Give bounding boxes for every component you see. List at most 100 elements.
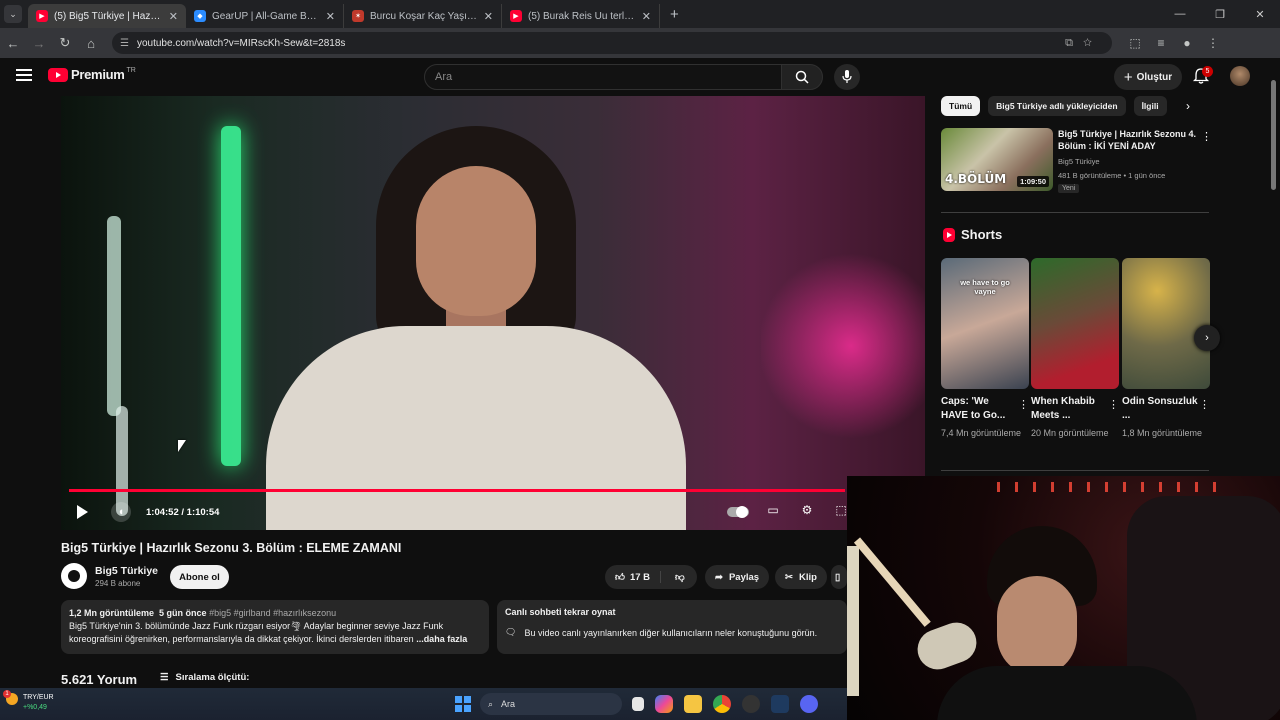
short-item[interactable]: When Khabib Meets ... 20 Mn görüntüleme … <box>1031 258 1119 440</box>
home-icon[interactable]: ⌂ <box>78 36 104 51</box>
taskbar-search-label: Ara <box>501 699 516 709</box>
shorts-next-button[interactable]: › <box>1194 325 1220 351</box>
close-tab-icon[interactable]: ✕ <box>642 10 651 23</box>
view-count: 1,2 Mn görüntüleme <box>69 608 155 618</box>
share-button[interactable]: ➦ Paylaş <box>705 565 770 589</box>
more-options-icon[interactable]: ⋮ <box>1108 398 1119 411</box>
obs-icon[interactable] <box>742 695 760 713</box>
subscribe-button[interactable]: Abone ol <box>170 565 229 589</box>
subtitles-icon[interactable]: ▭ <box>763 503 783 521</box>
video-player[interactable]: ◖ 1:04:52 / 1:10:54 ▭ ⚙ ⬚ <box>61 96 925 530</box>
settings-gear-icon[interactable]: ⚙ <box>797 503 817 521</box>
video-frame <box>221 126 241 466</box>
more-options-icon[interactable]: ⋮ <box>1201 130 1212 143</box>
youtube-premium-logo[interactable]: Premium TR <box>48 67 136 82</box>
short-thumbnail[interactable] <box>1031 258 1119 389</box>
chevron-right-icon[interactable]: › <box>1186 99 1190 113</box>
search-button[interactable] <box>781 64 823 90</box>
copilot-icon[interactable] <box>655 695 673 713</box>
bookmark-star-icon[interactable]: ⧉☆ <box>1065 37 1102 50</box>
windows-start-icon[interactable] <box>455 696 471 712</box>
browser-tab[interactable]: ▶ (5) Burak Reis Uu terliyorum - Yo ✕ <box>502 4 660 28</box>
window-controls: — ❐ ✕ <box>1160 0 1280 28</box>
search-input[interactable]: Ara <box>424 64 782 90</box>
shorts-icon <box>943 227 955 242</box>
task-view-icon[interactable] <box>632 697 644 711</box>
short-item[interactable]: we have to go vayne Caps: 'We HAVE to Go… <box>941 258 1029 440</box>
taskbar-apps <box>632 695 818 713</box>
recommended-title: Big5 Türkiye | Hazırlık Sezonu 4. Bölüm … <box>1058 129 1197 151</box>
show-more-link[interactable]: ...daha fazla <box>416 634 467 644</box>
browser-tab[interactable]: ✶ Burcu Koşar Kaç Yaşında? Big 5 ✕ <box>344 4 502 28</box>
search-icon <box>795 70 809 84</box>
account-avatar[interactable] <box>1230 66 1250 86</box>
comment-count: 5.621 Yorum <box>61 672 138 687</box>
media-icon[interactable]: ≡ <box>1148 36 1174 50</box>
save-button[interactable]: ▯ <box>831 565 847 589</box>
more-options-icon[interactable]: ⋮ <box>1199 398 1210 411</box>
voice-search-button[interactable] <box>834 64 860 90</box>
address-bar[interactable]: ☰ youtube.com/watch?v=MIRscKh-Sew&t=2818… <box>112 32 1112 54</box>
chrome-icon[interactable] <box>713 695 731 713</box>
country-code: TR <box>126 66 136 74</box>
create-button[interactable]: + Oluştur <box>1114 64 1182 90</box>
site-info-icon[interactable]: ☰ <box>120 38 129 49</box>
sort-button[interactable]: ☰ Sıralama ölçütü: <box>160 672 249 683</box>
autoplay-toggle[interactable] <box>727 506 749 518</box>
thumbs-down-icon[interactable]: 👎︎ <box>667 571 685 583</box>
like-button[interactable]: 👍︎ 17 B <box>605 571 661 583</box>
video-description[interactable]: 1,2 Mn görüntüleme 5 gün önce #big5 #gir… <box>61 600 489 654</box>
new-tab-button[interactable]: + <box>670 6 679 23</box>
chat-replay-panel[interactable]: Canlı sohbeti tekrar oynat 🗨︎ Bu video c… <box>497 600 847 654</box>
taskbar-search[interactable]: ⌕ Ara <box>480 693 622 715</box>
microphone-icon <box>842 70 852 83</box>
reload-icon[interactable]: ↻ <box>52 35 78 51</box>
extensions-area: ⬚ ≡ ● ⋮ <box>1122 36 1226 50</box>
clip-button[interactable]: ✂ Klip <box>775 565 827 589</box>
notification-badge: 5 <box>1202 66 1213 77</box>
volume-icon[interactable]: ◖ <box>111 502 131 522</box>
chip-from-uploader[interactable]: Big5 Türkiye adlı yükleyiciden <box>988 96 1126 116</box>
short-views: 20 Mn görüntüleme <box>1031 428 1109 438</box>
plus-icon: + <box>1123 68 1133 86</box>
scrollbar-thumb[interactable] <box>1271 80 1276 190</box>
extensions-icon[interactable]: ⬚ <box>1122 36 1148 50</box>
back-icon[interactable]: ← <box>0 36 26 51</box>
hashtags[interactable]: #big5 #girlband #hazırlıksezonu <box>209 608 336 618</box>
close-tab-icon[interactable]: ✕ <box>326 10 335 23</box>
video-duration: 1:09:50 <box>1017 176 1049 187</box>
discord-icon[interactable] <box>800 695 818 713</box>
recommended-video[interactable]: 4.BÖLÜM 1:09:50 Big5 Türkiye | Hazırlık … <box>941 128 1212 193</box>
hamburger-menu-icon[interactable] <box>16 69 32 81</box>
browser-tab[interactable]: ▶ (5) Big5 Türkiye | Hazırlık Sezonu ✕ <box>28 4 186 28</box>
vscode-icon[interactable] <box>771 695 789 713</box>
minimize-icon[interactable]: — <box>1160 8 1200 20</box>
shorts-title: Shorts <box>961 227 1003 242</box>
currency-widget[interactable]: 1 TRY/EUR +%0,49 <box>3 690 54 713</box>
video-thumbnail[interactable]: 4.BÖLÜM 1:09:50 <box>941 128 1053 191</box>
menu-icon[interactable]: ⋮ <box>1200 36 1226 50</box>
channel-avatar[interactable] <box>61 563 87 589</box>
tab-search-button[interactable]: ⌄ <box>4 5 22 23</box>
play-icon[interactable] <box>77 505 88 519</box>
player-controls: ◖ 1:04:52 / 1:10:54 ▭ ⚙ ⬚ <box>61 496 925 530</box>
close-tab-icon[interactable]: ✕ <box>169 10 178 23</box>
close-window-icon[interactable]: ✕ <box>1240 8 1280 21</box>
video-title: Big5 Türkiye | Hazırlık Sezonu 3. Bölüm … <box>61 541 402 555</box>
close-tab-icon[interactable]: ✕ <box>484 10 493 23</box>
profile-icon[interactable]: ● <box>1174 36 1200 50</box>
search-icon: ⌕ <box>488 698 494 709</box>
chip-all[interactable]: Tümü <box>941 96 981 116</box>
restore-icon[interactable]: ❐ <box>1200 8 1240 21</box>
short-thumbnail[interactable]: we have to go vayne <box>941 258 1029 389</box>
video-progress-bar[interactable] <box>69 489 845 492</box>
channel-name[interactable]: Big5 Türkiye <box>95 565 158 577</box>
short-thumbnail[interactable] <box>1122 258 1210 389</box>
short-item[interactable]: Odin Sonsuzluk ... 1,8 Mn görüntüleme ⋮ <box>1122 258 1210 440</box>
more-options-icon[interactable]: ⋮ <box>1018 398 1029 411</box>
windows-taskbar: 1 TRY/EUR +%0,49 ⌕ Ara <box>0 688 847 720</box>
forward-icon[interactable]: → <box>26 36 52 51</box>
browser-tab[interactable]: ◆ GearUP | All-Game Booster | Re ✕ <box>186 4 344 28</box>
chip-related[interactable]: İlgili <box>1133 96 1167 116</box>
file-explorer-icon[interactable] <box>684 695 702 713</box>
